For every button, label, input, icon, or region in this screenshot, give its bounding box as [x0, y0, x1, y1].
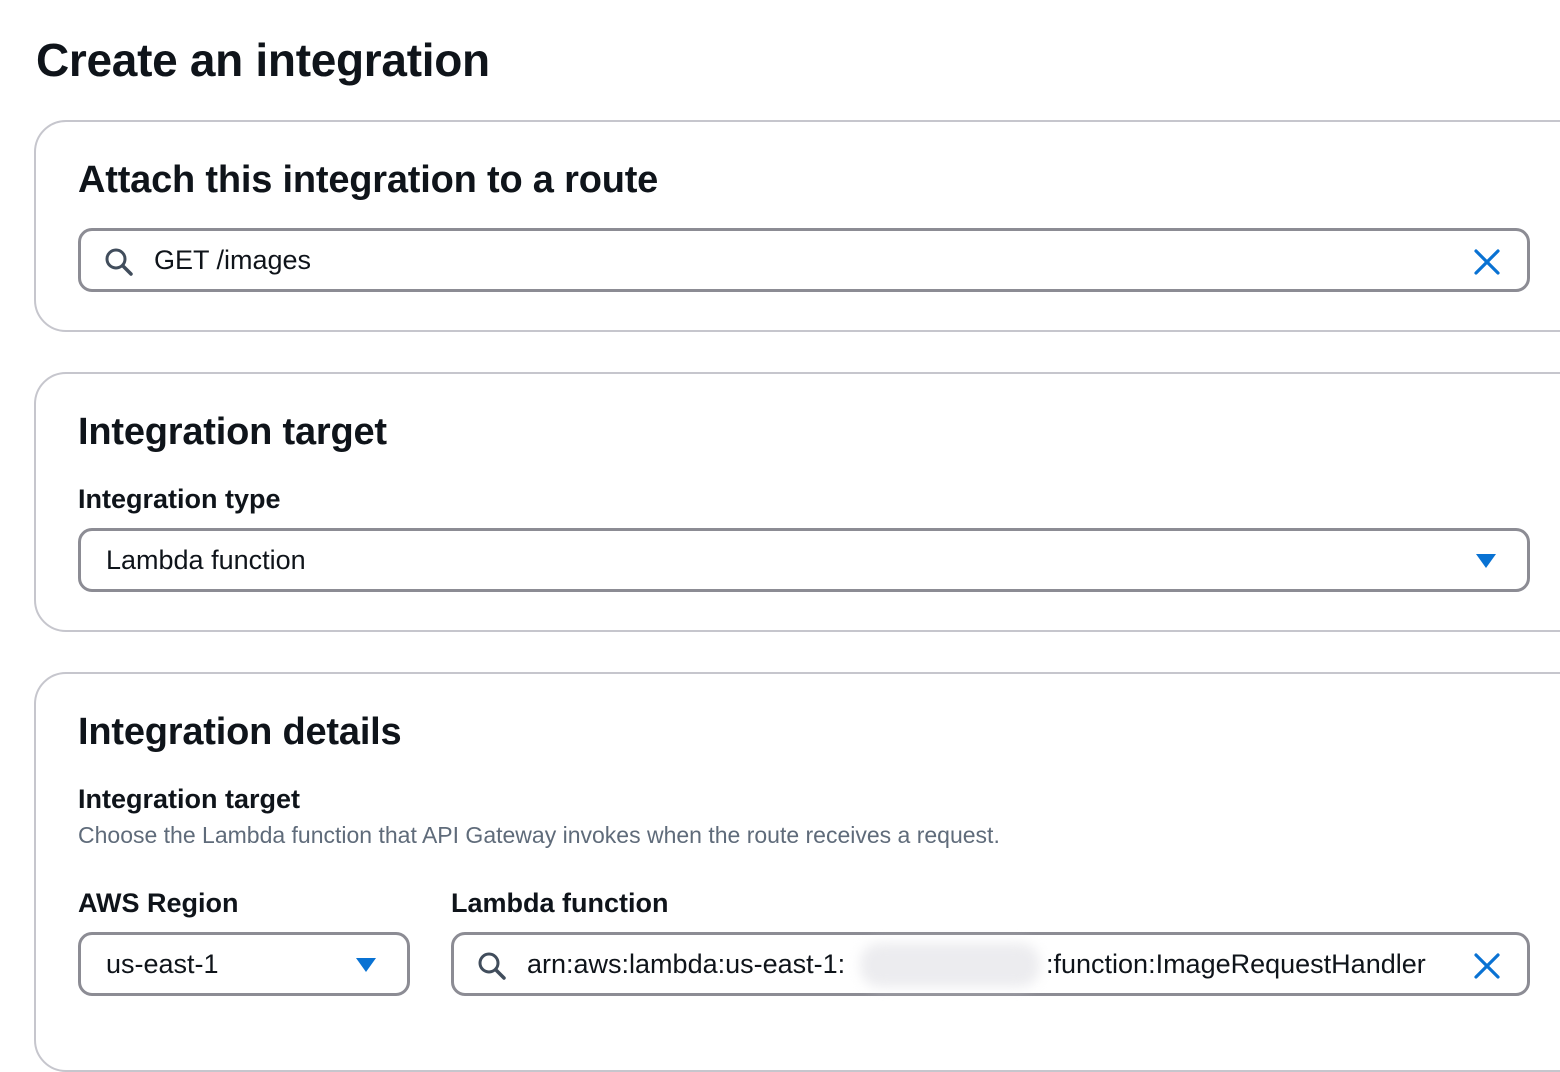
- aws-region-label: AWS Region: [78, 888, 239, 918]
- lambda-function-label: Lambda function: [451, 888, 669, 918]
- redacted-account-id: [860, 943, 1040, 987]
- lambda-arn-suffix: :function:ImageRequestHandler: [1046, 949, 1426, 979]
- route-value: GET /images: [154, 245, 312, 275]
- route-search-input[interactable]: GET /images: [78, 228, 1530, 292]
- integration-type-select[interactable]: Lambda function: [78, 528, 1530, 592]
- search-icon: [474, 948, 510, 984]
- close-icon[interactable]: [1469, 244, 1505, 280]
- integration-target-label: Integration target: [78, 784, 301, 814]
- caret-down-icon: [1473, 550, 1499, 572]
- integration-type-label: Integration type: [78, 484, 281, 514]
- search-icon: [101, 244, 137, 280]
- aws-region-value: us-east-1: [106, 949, 219, 979]
- caret-down-icon: [353, 954, 379, 976]
- integration-details-panel: Integration details Integration target C…: [34, 672, 1560, 1072]
- integration-details-title: Integration details: [78, 711, 402, 753]
- route-panel-title: Attach this integration to a route: [78, 159, 659, 201]
- aws-region-select[interactable]: us-east-1: [78, 932, 410, 996]
- page-title: Create an integration: [36, 34, 490, 86]
- route-panel: Attach this integration to a route GET /…: [34, 120, 1560, 332]
- lambda-arn-prefix: arn:aws:lambda:us-east-1:: [527, 949, 846, 979]
- integration-target-title: Integration target: [78, 411, 387, 453]
- lambda-function-input[interactable]: arn:aws:lambda:us-east-1: :function:Imag…: [451, 932, 1530, 996]
- close-icon[interactable]: [1469, 948, 1505, 984]
- integration-type-value: Lambda function: [106, 545, 306, 575]
- integration-target-panel: Integration target Integration type Lamb…: [34, 372, 1560, 632]
- integration-target-description: Choose the Lambda function that API Gate…: [78, 822, 1000, 848]
